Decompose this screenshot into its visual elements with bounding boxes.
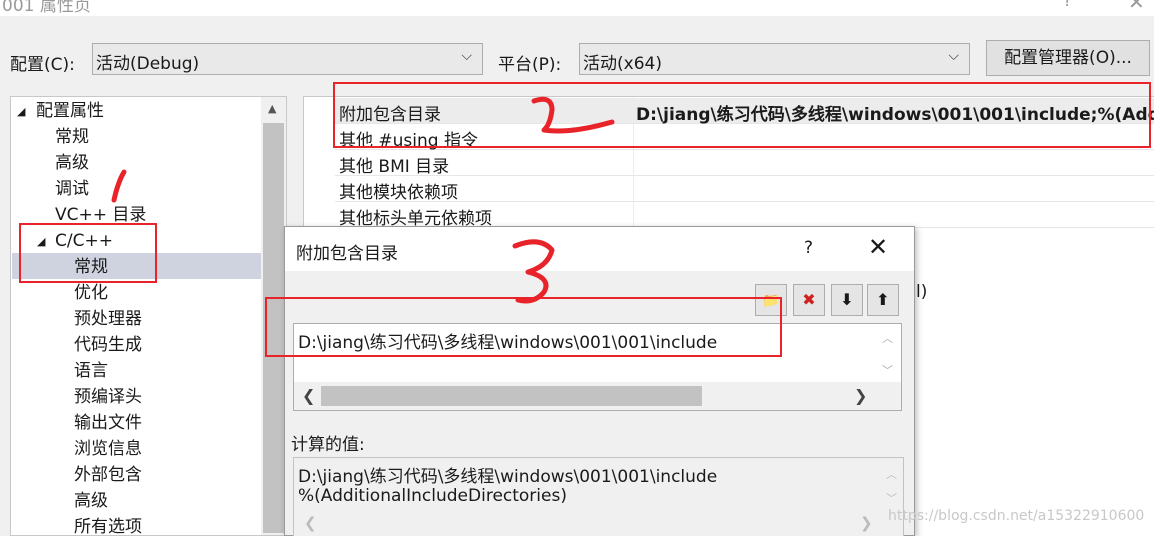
grid-row[interactable]: 其他 BMI 目录 [335,150,1154,177]
scroll-left-icon: ❮ [304,514,317,532]
computed-value-box: D:\jiang\练习代码\多线程\windows\001\001\includ… [293,457,904,536]
annotation-box-grid-row [333,82,1151,148]
platform-label: 平台(P): [498,55,562,75]
tree-item-optimization[interactable]: 优化 [74,280,108,306]
scroll-right-icon: ❯ [860,514,873,532]
tree-item-output-files[interactable]: 输出文件 [74,410,142,436]
scroll-up-icon: ︿ [886,468,897,481]
include-directories-dialog: 附加包含目录 ? ✕ 📁 ✖ ⬇ ⬆ D:\jiang\练习代码\多线程\win… [284,226,915,536]
delete-icon: ✖ [802,290,816,309]
scroll-down-icon: ﹀ [886,492,897,505]
platform-select[interactable]: 活动(x64) ⌵ [579,43,970,75]
partial-value-text: l) [916,282,928,302]
watermark: https://blog.csdn.net/a15322910600 [888,508,1145,524]
scroll-right-icon[interactable]: ❯ [854,386,867,405]
property-tree: ◢ 配置属性 常规 高级 调试 VC++ 目录 ◢ C/C++ 常规 优化 预处… [10,96,287,536]
grid-row[interactable]: 其他模块依赖项 [335,176,1154,203]
dialog-close-button[interactable]: ✕ [868,233,888,261]
tree-item-browse-information[interactable]: 浏览信息 [74,436,142,462]
annotation-box-list-entry [265,297,782,357]
scroll-left-icon[interactable]: ❮ [302,386,315,405]
scroll-up-icon[interactable]: ▲ [268,102,276,115]
chevron-down-icon: ⌵ [948,48,959,64]
dialog-titlebar: 附加包含目录 ? ✕ [285,227,914,271]
horizontal-scrollbar[interactable]: ❮ ❯ [294,382,901,410]
expanded-triangle-icon: ◢ [17,105,26,118]
close-button[interactable]: ✕ [1128,0,1145,14]
tree-item-precompiled-headers[interactable]: 预编译头 [74,384,142,410]
config-manager-button[interactable]: 配置管理器(O)... [986,40,1150,76]
window-titlebar: 001 属性页 ? ✕ [0,0,1154,16]
dialog-title: 附加包含目录 [296,244,398,264]
computed-line: D:\jiang\练习代码\多线程\windows\001\001\includ… [298,467,718,487]
platform-value: 活动(x64) [583,54,662,74]
dialog-help-button[interactable]: ? [804,238,813,258]
help-button[interactable]: ? [1063,0,1072,11]
computed-line: %(AdditionalIncludeDirectories) [298,486,567,506]
tree-item-all-options[interactable]: 所有选项 [74,514,142,536]
tree-item-external-includes[interactable]: 外部包含 [74,462,142,488]
tree-item-language[interactable]: 语言 [74,358,108,384]
move-down-button[interactable]: ⬇ [831,284,863,316]
config-label: 配置(C): [10,55,75,75]
tree-item-general[interactable]: 常规 [55,124,89,150]
chevron-down-icon: ⌵ [461,48,472,64]
config-select[interactable]: 活动(Debug) ⌵ [92,43,483,75]
arrow-down-icon: ⬇ [840,290,854,309]
tree-item-debugging[interactable]: 调试 [55,176,89,202]
delete-button[interactable]: ✖ [793,284,825,316]
tree-item-advanced[interactable]: 高级 [55,150,89,176]
horizontal-scrollbar-thumb[interactable] [321,386,702,406]
tree-item-preprocessor[interactable]: 预处理器 [74,306,142,332]
tree-root-label: 配置属性 [36,101,104,121]
arrow-up-icon: ⬆ [876,290,890,309]
property-name: 其他模块依赖项 [339,183,458,203]
config-value: 活动(Debug) [96,54,200,74]
annotation-box-tree-item [19,223,157,283]
tree-item-cpp-advanced[interactable]: 高级 [74,488,108,514]
grid-row[interactable]: 其他标头单元依赖项 [335,202,1154,229]
scroll-up-icon[interactable]: ︿ [882,330,893,346]
property-name: 其他 BMI 目录 [339,157,450,177]
tree-item-code-generation[interactable]: 代码生成 [74,332,142,358]
computed-value-label: 计算的值: [291,435,365,455]
move-up-button[interactable]: ⬆ [867,284,899,316]
window-title: 001 属性页 [2,0,91,16]
scroll-down-icon[interactable]: ﹀ [882,362,893,378]
